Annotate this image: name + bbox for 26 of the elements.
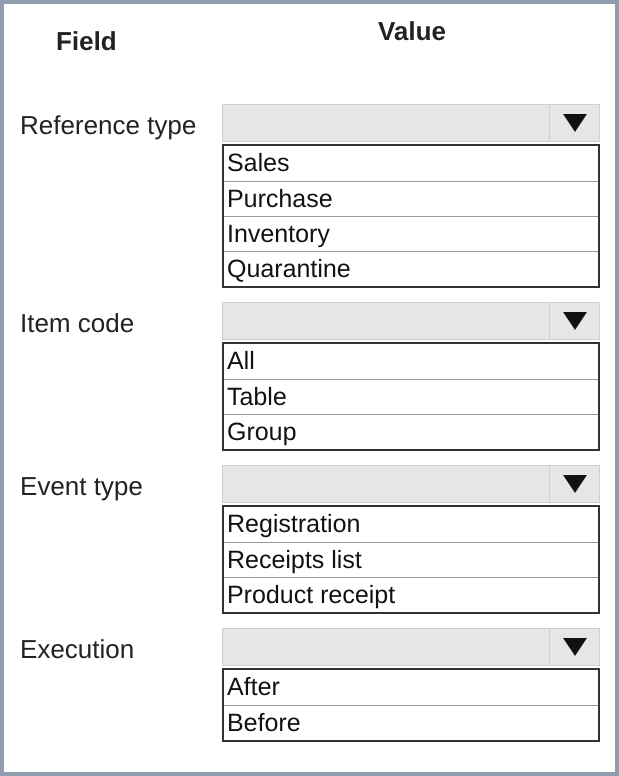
option-item[interactable]: Inventory	[224, 216, 598, 251]
field-label: Item code	[20, 308, 134, 338]
option-item[interactable]: After	[224, 670, 598, 705]
option-item[interactable]: Group	[224, 414, 598, 449]
option-item[interactable]: Quarantine	[224, 251, 598, 286]
option-item[interactable]: Purchase	[224, 181, 598, 216]
column-header: Field	[56, 25, 117, 58]
dropdown-arrow-icon	[562, 311, 588, 331]
dropdown-arrow-icon	[562, 474, 588, 494]
option-item[interactable]: Product receipt	[224, 577, 598, 612]
option-item[interactable]: Registration	[224, 507, 598, 542]
dropdown[interactable]	[222, 302, 600, 340]
dropdown[interactable]	[222, 104, 600, 142]
dropdown[interactable]	[222, 628, 600, 666]
dropdown-arrow-icon	[562, 113, 588, 133]
dropdown[interactable]	[222, 465, 600, 503]
option-item[interactable]: All	[224, 344, 598, 379]
option-item[interactable]: Before	[224, 705, 598, 740]
option-item[interactable]: Receipts list	[224, 542, 598, 577]
dropdown-arrow-icon	[562, 637, 588, 657]
field-label: Reference type	[20, 110, 196, 140]
field-label: Execution	[20, 634, 134, 664]
field-label: Event type	[20, 471, 143, 501]
column-header: Value	[378, 15, 446, 48]
option-item[interactable]: Table	[224, 379, 598, 414]
option-item[interactable]: Sales	[224, 146, 598, 181]
